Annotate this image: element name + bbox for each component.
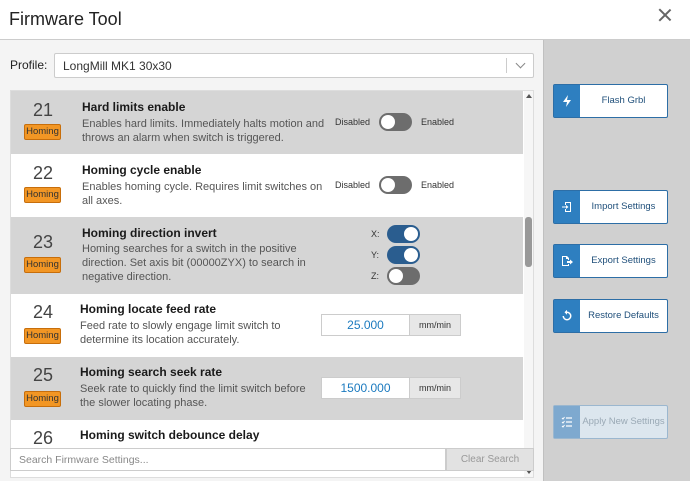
category-badge: Homing [24,187,61,203]
unit-label: mm/min [410,314,461,336]
axis-y-label: Y: [371,250,380,260]
search-field[interactable]: Search Firmware Settings... [10,448,446,471]
unit-label: mm/min [410,377,461,399]
setting-description: Homing searches for a switch in the posi… [82,243,306,283]
setting-number: 24 [33,302,54,322]
profile-label: Profile: [10,58,48,72]
close-icon[interactable] [658,8,672,22]
setting-row: 23 Homing Homing direction invert Homing… [11,217,523,294]
setting-name: Homing locate feed rate [80,302,217,316]
category-badge: Homing [24,328,61,344]
setting-number: 23 [33,232,54,252]
scroll-thumb[interactable] [525,217,532,267]
setting-name: Homing direction invert [82,226,217,240]
homing-cycle-toggle[interactable] [379,176,412,194]
export-settings-button[interactable]: Export Settings [553,244,668,278]
setting-name: Homing cycle enable [82,163,202,177]
setting-name: Hard limits enable [82,100,186,114]
setting-row: 21 Homing Hard limits enable Enables har… [11,91,523,154]
setting-name: Homing search seek rate [80,365,223,379]
invert-y-toggle[interactable] [387,246,420,264]
scroll-up-arrow-icon[interactable] [526,94,532,98]
flash-grbl-button[interactable]: Flash Grbl [553,84,668,118]
disabled-label: Disabled [335,117,371,127]
category-badge: Homing [24,391,61,407]
category-badge: Homing [24,124,61,140]
profile-value: LongMill MK1 30x30 [63,59,172,73]
settings-list[interactable]: 21 Homing Hard limits enable Enables har… [10,90,534,478]
undo-icon [554,300,580,332]
enabled-label: Enabled [421,180,455,190]
select-divider [506,58,507,73]
disabled-label: Disabled [335,180,371,190]
setting-description: Seek rate to quickly find the limit swit… [80,383,306,409]
profile-select[interactable]: LongMill MK1 30x30 [54,53,534,78]
invert-x-toggle[interactable] [387,225,420,243]
export-icon [554,245,580,277]
setting-description: Enables hard limits. Immediately halts m… [82,118,325,144]
import-icon [554,191,580,223]
setting-number: 22 [33,163,54,183]
restore-defaults-button[interactable]: Restore Defaults [553,299,668,333]
axis-z-label: Z: [371,271,379,281]
search-placeholder: Search Firmware Settings... [19,454,149,466]
category-badge: Homing [24,257,61,273]
enabled-label: Enabled [421,117,455,127]
setting-description: Enables homing cycle. Requires limit swi… [82,181,323,207]
lightning-icon [554,85,580,117]
apply-settings-button[interactable]: Apply New Settings [553,405,668,439]
checklist-icon [554,406,580,438]
export-settings-label: Export Settings [591,255,656,266]
window-title: Firmware Tool [9,9,122,29]
scrollbar[interactable] [524,91,533,477]
clear-search-button[interactable]: Clear Search [446,448,534,471]
import-settings-label: Import Settings [591,201,656,212]
chevron-down-icon [515,58,526,69]
invert-z-toggle[interactable] [387,267,420,285]
setting-name: Homing switch debounce delay [80,428,260,442]
setting-row: 22 Homing Homing cycle enable Enables ho… [11,154,523,217]
setting-number: 21 [33,100,54,120]
apply-settings-label: Apply New Settings [582,416,665,427]
settings-panel: Profile: LongMill MK1 30x30 21 Homing Ha… [0,40,543,481]
setting-number: 26 [33,428,54,448]
setting-row: 24 Homing Homing locate feed rate Feed r… [11,294,523,357]
setting-number: 25 [33,365,54,385]
flash-grbl-label: Flash Grbl [601,95,646,106]
axis-x-label: X: [371,229,380,239]
seek-rate-input[interactable]: 1500.000 [321,377,410,399]
feed-rate-input[interactable]: 25.000 [321,314,410,336]
setting-description: Feed rate to slowly engage limit switch … [80,320,281,346]
setting-row: 25 Homing Homing search seek rate Seek r… [11,357,523,420]
restore-defaults-label: Restore Defaults [588,310,659,321]
import-settings-button[interactable]: Import Settings [553,190,668,224]
title-bar: Firmware Tool [0,0,690,40]
hard-limits-toggle[interactable] [379,113,412,131]
